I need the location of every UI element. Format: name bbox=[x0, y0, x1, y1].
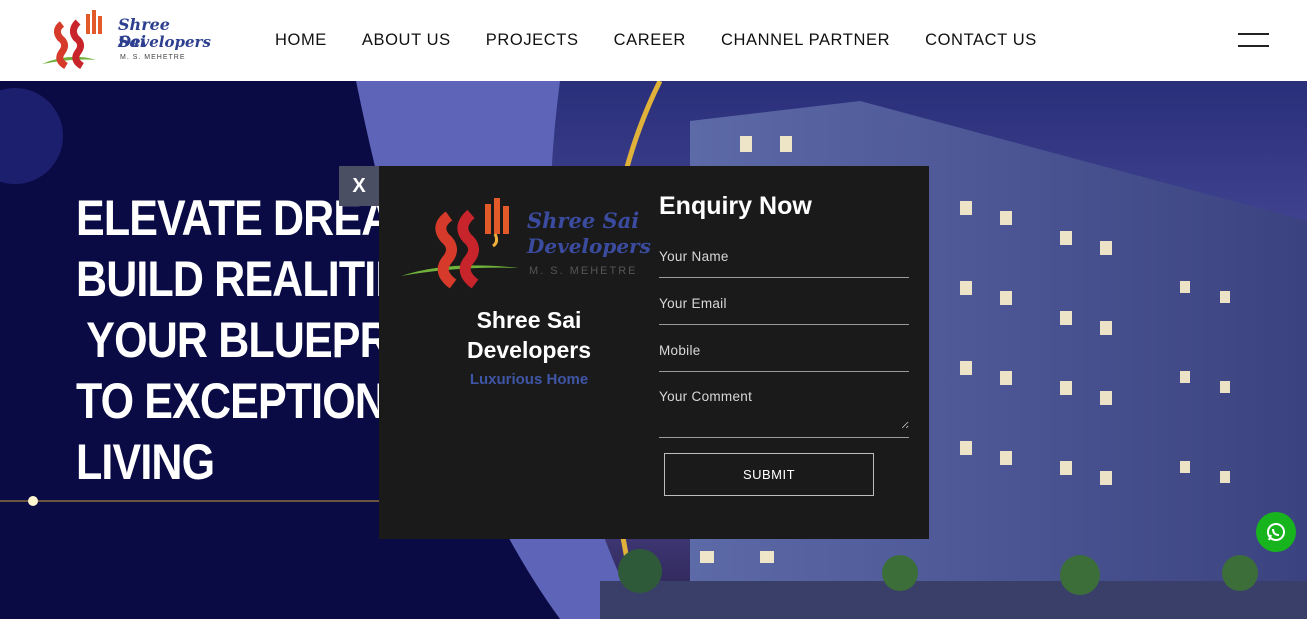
email-field-wrapper bbox=[659, 295, 909, 325]
comment-textarea[interactable] bbox=[659, 389, 909, 429]
submit-button[interactable]: SUBMIT bbox=[664, 453, 874, 496]
site-header: Shree Sai Developers M. S. MEHETRE HOME … bbox=[0, 0, 1307, 81]
modal-tagline: Luxurious Home bbox=[469, 371, 589, 388]
name-input[interactable] bbox=[659, 249, 909, 264]
enquiry-title: Enquiry Now bbox=[659, 192, 812, 220]
email-input[interactable] bbox=[659, 296, 909, 311]
modal-brand-name: Shree Sai Developers bbox=[439, 305, 619, 365]
modal-close-button[interactable]: X bbox=[339, 166, 379, 206]
comment-field-wrapper bbox=[659, 389, 909, 438]
modal-logo: Shree Sai Developers M. S. MEHETRE bbox=[399, 194, 651, 294]
whatsapp-icon[interactable] bbox=[1256, 512, 1296, 552]
main-nav: HOME ABOUT US PROJECTS CAREER CHANNEL PA… bbox=[275, 31, 1072, 50]
modal-logo-subtitle: M. S. MEHETRE bbox=[529, 265, 638, 277]
nav-channel-partner[interactable]: CHANNEL PARTNER bbox=[721, 31, 890, 50]
nav-projects[interactable]: PROJECTS bbox=[486, 31, 579, 50]
nav-career[interactable]: CAREER bbox=[614, 31, 686, 50]
modal-logo-mark bbox=[401, 198, 519, 289]
modal-brand-line1: Shree Sai bbox=[476, 307, 582, 333]
whatsapp-glyph bbox=[1267, 523, 1285, 541]
mobile-input[interactable] bbox=[659, 343, 909, 358]
modal-brand-line2: Developers bbox=[466, 337, 591, 363]
enquiry-modal: Shree Sai Developers M. S. MEHETRE Shree… bbox=[379, 166, 929, 539]
nav-about-us[interactable]: ABOUT US bbox=[362, 31, 451, 50]
hamburger-menu-icon[interactable] bbox=[1238, 33, 1269, 47]
nav-home[interactable]: HOME bbox=[275, 31, 327, 50]
mobile-field-wrapper bbox=[659, 342, 909, 372]
logo-text-line2: Developers bbox=[118, 33, 211, 51]
modal-logo-text-line1: Shree Sai bbox=[527, 208, 640, 233]
nav-contact-us[interactable]: CONTACT US bbox=[925, 31, 1037, 50]
logo-mark bbox=[42, 10, 102, 70]
modal-logo-text-line2: Developers bbox=[527, 234, 651, 258]
name-field-wrapper bbox=[659, 248, 909, 278]
logo-subtitle: M. S. MEHETRE bbox=[120, 54, 186, 61]
site-logo[interactable]: Shree Sai Developers M. S. MEHETRE bbox=[40, 8, 211, 74]
